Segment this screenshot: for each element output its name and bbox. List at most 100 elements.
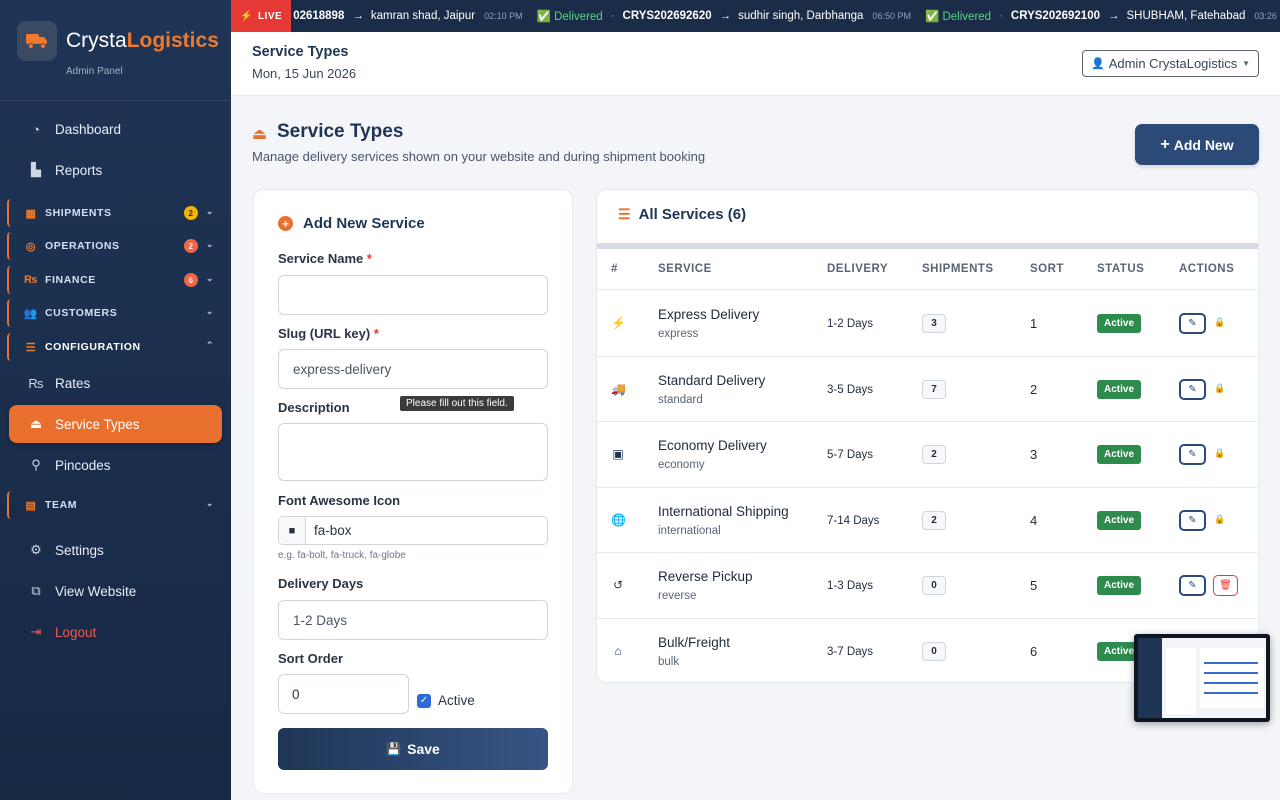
user-menu-label: Admin CrystaLogistics: [1108, 56, 1238, 71]
delivery-days: 1-2 Days: [827, 318, 874, 330]
service-name: Economy Delivery: [658, 438, 767, 454]
icon-hint: e.g. fa-bolt, fa-truck, fa-globe: [278, 550, 406, 561]
brand: CrystaLogistics Admin Panel: [0, 0, 231, 101]
lightning-icon: ⚡: [240, 10, 253, 22]
brand-name[interactable]: CrystaLogistics: [66, 29, 219, 53]
icon-input[interactable]: [306, 517, 547, 544]
nav-group-finance[interactable]: ₨ FINANCE 6 ⌄: [7, 266, 223, 294]
nav-service-types[interactable]: ⏏ Service Types: [9, 405, 222, 443]
rupee-icon: ₨: [28, 375, 44, 391]
ticker-code: CRYS202692100: [1010, 10, 1100, 22]
col-shipments: SHIPMENTS: [922, 263, 994, 275]
status-badge: Active: [1097, 445, 1142, 465]
user-menu-button[interactable]: 👤 Admin CrystaLogistics ▼: [1082, 50, 1259, 77]
description-textarea[interactable]: [278, 423, 548, 481]
nav-dashboard[interactable]: ◔ Dashboard: [9, 110, 222, 148]
nav-settings[interactable]: ⚙ Settings: [9, 531, 222, 569]
edit-button[interactable]: ✎: [1179, 444, 1206, 466]
required-mark: *: [366, 251, 372, 266]
services-table-card: ☰ All Services (6) # SERVICE DELIVERY SHI…: [596, 189, 1259, 683]
trash-icon: 🗑: [1219, 580, 1232, 592]
delivery-days-label: Delivery Days: [278, 576, 364, 591]
edit-button[interactable]: ✎: [1179, 575, 1206, 597]
brand-name-part1: Crysta: [66, 29, 127, 52]
gear-icon: ⚙: [30, 542, 42, 557]
page-subtitle: Manage delivery services shown on your w…: [252, 149, 706, 164]
col-service: SERVICE: [658, 263, 712, 275]
header-date: Mon, 15 Jun 2026: [252, 66, 357, 81]
truck-logo-icon: [17, 21, 57, 61]
ticker-item[interactable]: ✅ Delivered · CRYS202692620 → sudhir sin…: [537, 9, 911, 23]
thumbnail-line: [1204, 672, 1258, 674]
separator-dot: ·: [610, 10, 615, 22]
active-checkbox[interactable]: ✓ Active: [417, 693, 475, 708]
nav-group-operations[interactable]: ◎ OPERATIONS 2 ⌄: [7, 232, 223, 260]
delivery-days-input[interactable]: [278, 600, 548, 640]
nav-group-customers[interactable]: 👥 CUSTOMERS ⌄: [7, 299, 223, 327]
floppy-disk-icon: 💾: [386, 742, 402, 756]
chart-icon: ▙: [31, 162, 41, 177]
nav-group-team[interactable]: ▤ TEAM ⌄: [7, 491, 223, 519]
arrow-right-icon: →: [1108, 10, 1120, 22]
save-button[interactable]: 💾 Save: [278, 728, 548, 770]
ticker-item[interactable]: 02618898 → kamran shad, Jaipur 02:10 PM: [293, 10, 522, 22]
user-icon: 👤: [1091, 58, 1105, 70]
separator-dot: ·: [999, 10, 1003, 22]
icon-input-group: ■: [278, 516, 548, 545]
delivery-days: 1-3 Days: [827, 580, 874, 593]
add-new-label: Add New: [1173, 136, 1234, 153]
table-title: ☰ All Services (6): [618, 206, 746, 223]
add-new-button[interactable]: + Add New: [1135, 124, 1259, 165]
nav-service-types-label: Service Types: [55, 416, 140, 432]
nav-group-shipments[interactable]: ▦ SHIPMENTS 2 ⌄: [7, 199, 223, 227]
status-badge: Active: [1097, 314, 1142, 333]
screenshot-thumbnail[interactable]: [1134, 634, 1270, 722]
chevron-down-icon: ⌄: [205, 206, 214, 216]
thumbnail-form: [1166, 648, 1196, 714]
delivery-days: 7-14 Days: [827, 514, 880, 527]
sort-order-input[interactable]: [278, 674, 409, 714]
header-title: Service Types: [252, 44, 349, 60]
service-name: Bulk/Freight: [658, 635, 731, 650]
ticker-status: ✅ Delivered: [537, 9, 603, 23]
service-slug: standard: [658, 393, 703, 406]
delete-button[interactable]: 🗑: [1213, 575, 1238, 597]
edit-button[interactable]: ✎: [1179, 378, 1206, 400]
nav-rates[interactable]: ₨ Rates: [9, 364, 222, 402]
service-name-input[interactable]: [278, 275, 548, 315]
chevron-down-icon: ⌄: [205, 306, 214, 316]
ticker-status: ✅ Delivered: [925, 9, 991, 23]
service-slug: reverse: [658, 590, 697, 603]
nav-group-configuration[interactable]: ☰ CONFIGURATION ⌃: [7, 333, 223, 361]
ticker-destination: SHUBHAM, Fatehabad: [1126, 10, 1246, 22]
nav-pincodes-label: Pincodes: [55, 457, 111, 473]
sort-order: 6: [1030, 644, 1038, 659]
sort-order: 1: [1030, 316, 1038, 331]
nav-pincodes[interactable]: ⚲ Pincodes: [9, 446, 222, 484]
ticker-status-label: Delivered: [554, 11, 603, 23]
box-icon: ■: [279, 517, 306, 544]
status-badge: Active: [1097, 576, 1142, 596]
nav-view-website[interactable]: ⧉ View Website: [9, 572, 222, 610]
shipments-count: 0: [922, 576, 946, 596]
table-row: ▣ Economy Delivery economy 5-7 Days 2 3 Active…: [597, 422, 1258, 488]
table-row: 🚚 Standard Delivery standard 3-5 Days 7 2 Acti…: [597, 357, 1258, 423]
shipments-count: 2: [922, 510, 946, 530]
slug-label-text: Slug (URL key): [278, 326, 371, 341]
lock-icon: 🔒: [1214, 513, 1226, 524]
icon-label: Font Awesome Icon: [278, 493, 401, 508]
thumbnail-line: [1204, 682, 1258, 684]
plus-icon: +: [1160, 135, 1170, 153]
check-box-icon: ✅: [536, 11, 555, 23]
ticker-destination: sudhir singh, Darbhanga: [738, 10, 864, 22]
warehouse-icon: ⌂: [614, 644, 622, 658]
table-row: 🌐 International Shipping international 7-14…: [597, 488, 1258, 554]
nav-reports[interactable]: ▙ Reports: [9, 151, 222, 189]
ticker-item[interactable]: ✅ Delivered · CRYS202692100 → SHUBHAM, F…: [925, 9, 1280, 23]
slug-input[interactable]: [278, 349, 548, 389]
edit-button[interactable]: ✎: [1179, 313, 1206, 334]
nav-logout[interactable]: ⇥ Logout: [9, 613, 222, 651]
checkmark-icon[interactable]: ✓: [417, 693, 431, 708]
lock-icon: 🔒: [1214, 317, 1226, 327]
edit-button[interactable]: ✎: [1179, 509, 1206, 531]
